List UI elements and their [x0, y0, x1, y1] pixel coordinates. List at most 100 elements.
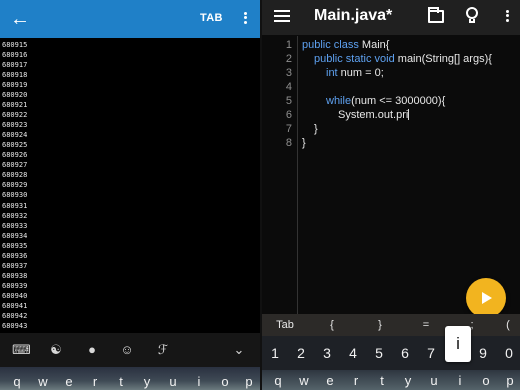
output-line: 680924	[2, 131, 28, 140]
key-q[interactable]: q	[9, 373, 25, 390]
editor-pane: Main.java* 1 public class Main{ 2 public…	[262, 0, 520, 390]
file-title: Main.java*	[314, 7, 393, 24]
folder-icon[interactable]	[428, 7, 444, 23]
key-y[interactable]: y	[400, 372, 416, 389]
key-o[interactable]: o	[478, 372, 494, 389]
output-line: 680922	[2, 111, 28, 120]
output-line: 680940	[2, 291, 28, 300]
gif-icon[interactable]: ℱ	[154, 341, 172, 359]
key-y[interactable]: y	[139, 373, 155, 390]
output-line: 680932	[2, 211, 28, 220]
symbol-tab[interactable]: Tab	[274, 317, 296, 333]
keyboard-toolbar: ⌨ ☯ ● ☺ ℱ ⌄	[0, 333, 260, 367]
output-line: 680917	[2, 61, 28, 70]
key-p[interactable]: p	[502, 372, 518, 389]
key-o[interactable]: o	[217, 373, 233, 390]
output-line: 680936	[2, 251, 28, 260]
console-output[interactable]: 680915 680916 680917 680918 680919 680920 6809…	[0, 40, 260, 332]
output-line: 680942	[2, 311, 28, 320]
editor-appbar: Main.java*	[262, 0, 520, 35]
code-line: 8 }	[262, 136, 520, 150]
output-line: 680937	[2, 261, 28, 270]
output-line: 680919	[2, 81, 28, 90]
output-line: 680939	[2, 281, 28, 290]
key-e[interactable]: e	[322, 372, 338, 389]
run-button[interactable]	[466, 278, 506, 318]
output-line: 680938	[2, 271, 28, 280]
output-line: 680923	[2, 121, 28, 130]
more-vert-icon[interactable]	[502, 8, 512, 26]
key-w[interactable]: w	[35, 373, 51, 390]
console-appbar: ← TAB	[0, 0, 260, 38]
key-5[interactable]: 5	[371, 344, 387, 362]
keyword: int	[326, 67, 338, 79]
code-text: num = 0;	[337, 67, 384, 79]
key-t[interactable]: t	[113, 373, 129, 390]
tab-button[interactable]: TAB	[200, 12, 223, 24]
keyboard-icon[interactable]: ⌨	[12, 341, 31, 359]
output-line: 680941	[2, 301, 28, 310]
key-r[interactable]: r	[348, 372, 364, 389]
key-3[interactable]: 3	[319, 344, 335, 362]
output-line: 680928	[2, 171, 28, 180]
code-text: Main{	[358, 39, 390, 51]
output-line: 680915	[2, 41, 28, 49]
keyword: public static void	[314, 53, 395, 65]
symbol-bar: Tab { } = ; (	[262, 314, 520, 336]
chevron-down-icon[interactable]: ⌄	[230, 341, 248, 359]
output-line: 680920	[2, 91, 28, 100]
code-text: (num <= 3000000){	[351, 95, 446, 107]
key-4[interactable]: 4	[345, 344, 361, 362]
key-7[interactable]: 7	[423, 344, 439, 362]
key-0[interactable]: 0	[501, 344, 517, 362]
key-u[interactable]: u	[165, 373, 181, 390]
code-line: 1 public class Main{	[262, 38, 520, 52]
key-9[interactable]: 9	[475, 344, 491, 362]
key-w[interactable]: w	[296, 372, 312, 389]
shirt-icon[interactable]: ☯	[47, 341, 65, 359]
symbol-brace-close[interactable]: }	[374, 317, 386, 333]
emoji-icon[interactable]: ☺	[118, 341, 136, 359]
code-text: }	[302, 137, 306, 149]
line-number: 1	[285, 39, 292, 51]
key-6[interactable]: 6	[397, 344, 413, 362]
more-vert-icon[interactable]	[240, 10, 250, 28]
output-line: 680934	[2, 231, 28, 240]
key-q[interactable]: q	[270, 372, 286, 389]
text-caret	[408, 109, 410, 120]
line-number: 2	[285, 53, 292, 65]
code-line: 6 System.out.pri	[262, 108, 520, 122]
key-t[interactable]: t	[374, 372, 390, 389]
arrow-left-icon[interactable]: ←	[10, 6, 36, 32]
symbol-brace-open[interactable]: {	[326, 317, 338, 333]
symbol-paren-open[interactable]: (	[502, 317, 514, 333]
line-number: 6	[285, 109, 292, 121]
key-preview-popup: i	[445, 326, 471, 362]
code-editor[interactable]: 1 public class Main{ 2 public static voi…	[262, 36, 520, 314]
output-line: 680943	[2, 321, 28, 330]
key-p[interactable]: p	[241, 373, 257, 390]
output-line: 680930	[2, 191, 28, 200]
output-line: 680931	[2, 201, 28, 210]
console-pane: ← TAB 680915 680916 680917 680918 680919 6809…	[0, 0, 260, 390]
keyboard-letter-row: q w e r t y u i o p	[0, 367, 260, 390]
keyboard-number-row: 1 2 3 4 5 6 7 9 0	[262, 336, 520, 370]
line-number: 5	[285, 95, 292, 107]
code-line: 5 while(num <= 3000000){	[262, 94, 520, 108]
key-u[interactable]: u	[426, 372, 442, 389]
play-icon	[482, 292, 492, 304]
hamburger-icon[interactable]	[274, 10, 290, 24]
key-e[interactable]: e	[61, 373, 77, 390]
output-line: 680925	[2, 141, 28, 150]
key-i[interactable]: i	[191, 373, 207, 390]
symbol-equals[interactable]: =	[420, 317, 432, 333]
code-text: }	[314, 123, 318, 135]
key-1[interactable]: 1	[267, 344, 283, 362]
key-r[interactable]: r	[87, 373, 103, 390]
mic-icon[interactable]: ●	[83, 341, 101, 359]
lightbulb-icon[interactable]	[466, 7, 478, 25]
key-i[interactable]: i	[452, 372, 468, 389]
key-2[interactable]: 2	[293, 344, 309, 362]
output-line: 680921	[2, 101, 28, 110]
output-line: 680929	[2, 181, 28, 190]
